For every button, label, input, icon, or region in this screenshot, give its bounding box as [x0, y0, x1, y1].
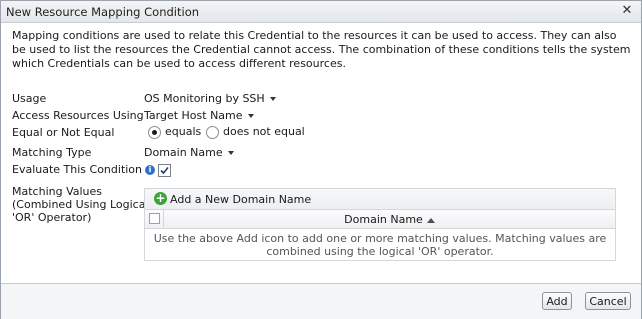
close-icon[interactable]: ✕	[619, 3, 635, 19]
cancel-button[interactable]: Cancel	[585, 292, 631, 310]
evaluate-checkbox[interactable]	[158, 164, 171, 177]
chevron-down-icon	[247, 114, 254, 118]
description-text: Mapping conditions are used to relate th…	[12, 29, 631, 70]
select-all-cell	[145, 210, 164, 228]
matching-type-label: Matching Type	[12, 146, 92, 159]
usage-dropdown[interactable]: OS Monitoring by SSH	[144, 92, 276, 105]
add-button[interactable]: Add	[542, 292, 572, 310]
evaluate-label-row: Evaluate This Condition i	[12, 163, 156, 176]
not-equal-option[interactable]: does not equal	[206, 125, 305, 139]
matching-values-label: Matching Values (Combined Using Logical …	[12, 185, 149, 224]
matching-type-dropdown[interactable]: Domain Name	[144, 146, 234, 159]
resource-mapping-dialog: New Resource Mapping Condition ✕ Mapping…	[0, 0, 642, 319]
access-label: Access Resources Using	[12, 109, 144, 122]
usage-label: Usage	[12, 92, 47, 105]
chevron-down-icon	[227, 151, 234, 155]
dialog-footer: Add Cancel	[1, 283, 641, 319]
matching-values-line1: Matching Values	[12, 185, 103, 198]
domain-name-column-header[interactable]: Domain Name	[164, 213, 615, 226]
equals-radio[interactable]	[148, 125, 161, 139]
usage-value: OS Monitoring by SSH	[144, 92, 265, 105]
values-table: Domain Name Use the above Add icon to ad…	[144, 209, 616, 261]
matching-values-line2: (Combined Using Logical	[12, 198, 149, 211]
matching-type-value: Domain Name	[144, 146, 223, 159]
add-circle-icon[interactable]: +	[154, 192, 167, 205]
add-domain-name-link[interactable]: Add a New Domain Name	[170, 193, 311, 206]
select-all-checkbox[interactable]	[149, 213, 160, 224]
sort-ascending-icon	[426, 217, 435, 223]
table-header: Domain Name	[145, 210, 615, 229]
title-bar[interactable]: New Resource Mapping Condition ✕	[1, 1, 641, 23]
access-dropdown[interactable]: Target Host Name	[144, 109, 254, 122]
not-equal-label: does not equal	[223, 125, 305, 138]
empty-table-message: Use the above Add icon to add one or mor…	[153, 232, 607, 258]
dialog-title: New Resource Mapping Condition	[6, 5, 200, 19]
checkmark-icon	[160, 166, 169, 175]
access-value: Target Host Name	[144, 109, 243, 122]
chevron-down-icon	[269, 97, 276, 101]
matching-values-line3: 'OR' Operator)	[12, 211, 92, 224]
equal-label: Equal or Not Equal	[12, 126, 115, 139]
equals-option[interactable]: equals	[148, 125, 201, 139]
evaluate-label: Evaluate This Condition	[12, 163, 143, 176]
info-icon[interactable]: i	[145, 165, 156, 175]
not-equal-radio[interactable]	[206, 125, 219, 139]
column-header-label: Domain Name	[344, 213, 423, 226]
equals-label: equals	[165, 125, 202, 138]
values-toolbar: + Add a New Domain Name	[144, 188, 616, 210]
